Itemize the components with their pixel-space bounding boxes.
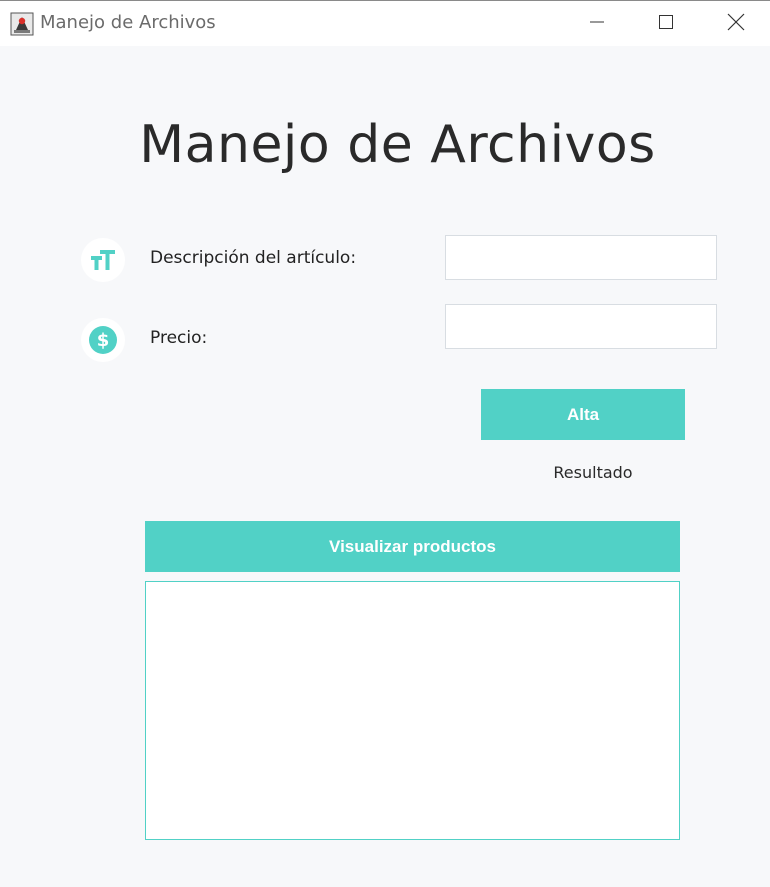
price-input[interactable]: [445, 304, 717, 349]
description-input[interactable]: [445, 235, 717, 280]
dollar-coin-icon: $: [81, 318, 125, 362]
title-bar[interactable]: Manejo de Archivos: [0, 0, 770, 46]
close-icon: [727, 13, 745, 35]
svg-text:$: $: [97, 330, 110, 351]
alta-button[interactable]: Alta: [481, 389, 685, 440]
text-size-icon: [81, 238, 125, 282]
page-title: Manejo de Archivos: [139, 115, 656, 175]
window-title: Manejo de Archivos: [40, 12, 216, 33]
products-output-area[interactable]: [145, 581, 680, 840]
close-button[interactable]: [713, 1, 759, 47]
minimize-button[interactable]: [574, 1, 620, 47]
maximize-button[interactable]: [643, 1, 689, 47]
price-label: Precio:: [150, 328, 208, 348]
description-label: Descripción del artículo:: [150, 248, 357, 268]
app-window: Manejo de Archivos Manejo de Archivos De…: [0, 0, 770, 887]
maximize-icon: [658, 14, 674, 34]
view-products-button[interactable]: Visualizar productos: [145, 521, 680, 572]
java-app-icon: [10, 12, 34, 36]
result-label: Resultado: [553, 463, 633, 482]
minimize-icon: [589, 14, 605, 34]
